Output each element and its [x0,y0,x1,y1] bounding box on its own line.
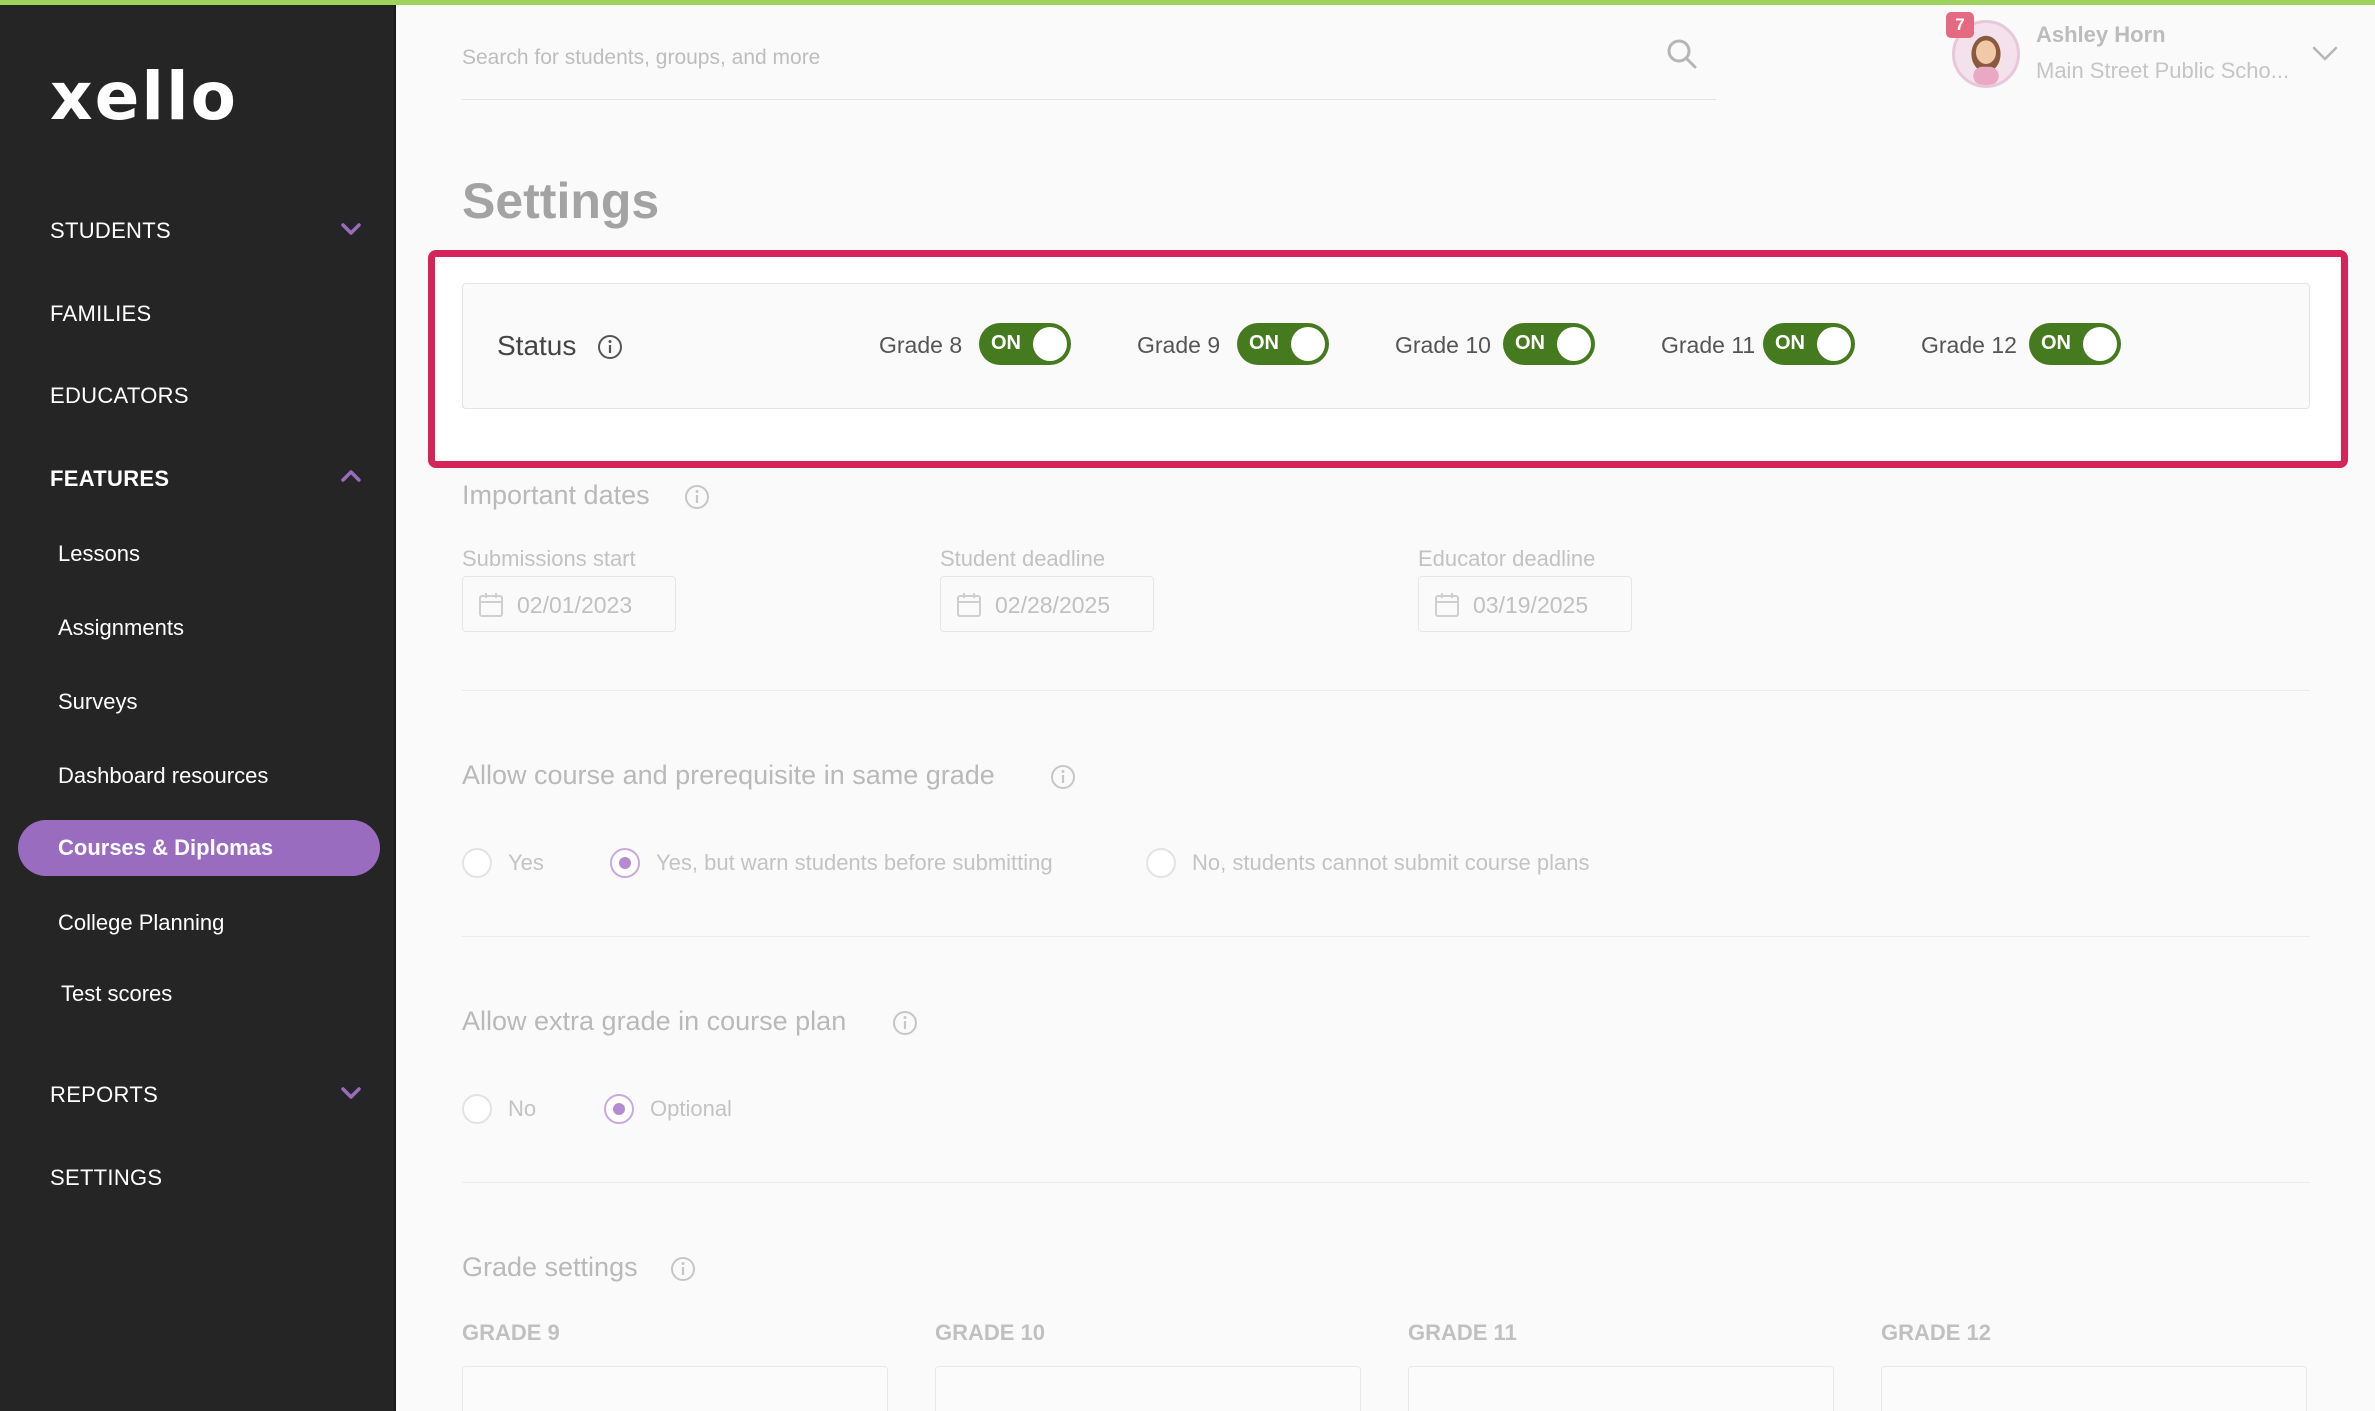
info-icon[interactable] [684,484,710,510]
top-accent-line [0,0,2375,5]
toggle-knob [1557,327,1591,361]
toggle-state: ON [2041,332,2071,354]
info-icon[interactable] [597,334,623,360]
same-grade-warn-label[interactable]: Yes, but warn students before submitting [656,850,1053,876]
toggle-knob [1817,327,1851,361]
status-card: Status Grade 8 ON Grade 9 ON Grade 10 ON… [462,283,2310,409]
search-input[interactable] [462,38,1612,78]
grade-10-toggle[interactable]: ON [1503,323,1595,365]
date-value: 03/19/2025 [1473,592,1589,618]
grade-12-column-header: GRADE 12 [1881,1320,1992,1345]
sidebar-item-label: Courses & Diplomas [58,835,274,860]
grade-9-settings-box[interactable] [462,1366,888,1411]
sidebar-item-college-planning[interactable]: College Planning [58,910,224,936]
student-deadline-label: Student deadline [940,546,1106,571]
grade-11-settings-box[interactable] [1408,1366,1834,1411]
calendar-icon [479,593,503,617]
grade-12-label: Grade 12 [1921,332,2017,358]
info-icon[interactable] [1050,764,1076,790]
educator-deadline-field[interactable]: 03/19/2025 [1418,576,1632,632]
calendar-icon [957,593,981,617]
toggle-knob [1033,327,1067,361]
same-grade-warn-radio[interactable] [610,848,640,878]
chevron-down-icon[interactable] [338,216,364,242]
extra-grade-optional-radio[interactable] [604,1094,634,1124]
grade-11-label: Grade 11 [1661,332,1756,358]
grade-8-label: Grade 8 [879,332,963,358]
student-deadline-field[interactable]: 02/28/2025 [940,576,1154,632]
nav-settings[interactable]: SETTINGS [50,1165,162,1191]
sidebar-item-surveys[interactable]: Surveys [58,689,137,715]
extra-grade-no-radio[interactable] [462,1094,492,1124]
chevron-up-icon[interactable] [338,463,364,489]
same-grade-title: Allow course and prerequisite in same gr… [462,760,995,790]
sidebar-item-dashboard-resources[interactable]: Dashboard resources [58,763,268,789]
toggle-state: ON [991,332,1021,354]
grade-12-settings-box[interactable] [1881,1366,2307,1411]
nav-families[interactable]: FAMILIES [50,301,151,327]
nav-reports[interactable]: REPORTS [50,1082,158,1108]
important-dates-title: Important dates [462,480,650,510]
search-bar [462,20,1716,100]
status-label: Status [497,330,577,361]
notification-badge[interactable]: 7 [1946,12,1974,38]
grade-9-column-header: GRADE 9 [462,1320,560,1345]
sidebar-item-assignments[interactable]: Assignments [58,615,184,641]
chevron-down-icon[interactable] [2310,38,2340,68]
grade-9-toggle[interactable]: ON [1237,323,1329,365]
grade-10-settings-box[interactable] [935,1366,1361,1411]
extra-grade-no-label[interactable]: No [508,1096,536,1122]
sidebar-item-test-scores[interactable]: Test scores [61,981,172,1007]
info-icon[interactable] [892,1010,918,1036]
logo-text: xello [50,58,238,135]
user-profile-menu[interactable]: 7 Ashley Horn Main Street Public Scho... [1946,12,2346,96]
chevron-down-icon[interactable] [338,1080,364,1106]
date-value: 02/28/2025 [995,592,1111,618]
extra-grade-optional-label[interactable]: Optional [650,1096,732,1122]
same-grade-yes-label[interactable]: Yes [508,850,544,876]
toggle-state: ON [1249,332,1279,354]
grade-10-label: Grade 10 [1395,332,1491,358]
info-icon[interactable] [670,1256,696,1282]
page-title: Settings [462,173,660,229]
submissions-start-field[interactable]: 02/01/2023 [462,576,676,632]
educator-deadline-label: Educator deadline [1418,546,1596,571]
toggle-knob [1291,327,1325,361]
sidebar-item-lessons[interactable]: Lessons [58,541,140,567]
grade-settings-title: Grade settings [462,1252,638,1282]
toggle-state: ON [1515,332,1545,354]
date-value: 02/01/2023 [517,592,633,618]
extra-grade-title: Allow extra grade in course plan [462,1006,847,1036]
user-school: Main Street Public Scho... [2036,58,2290,83]
nav-students[interactable]: STUDENTS [50,218,171,244]
same-grade-yes-radio[interactable] [462,848,492,878]
divider [462,690,2310,691]
user-name: Ashley Horn [2036,22,2166,47]
same-grade-no-label[interactable]: No, students cannot submit course plans [1192,850,1589,876]
divider [462,936,2310,937]
sidebar: xello STUDENTS FAMILIES EDUCATORS FEATUR… [0,0,396,1411]
same-grade-no-radio[interactable] [1146,848,1176,878]
grade-10-column-header: GRADE 10 [935,1320,1046,1345]
nav-features[interactable]: FEATURES [50,466,169,492]
nav-educators[interactable]: EDUCATORS [50,383,189,409]
grade-9-label: Grade 9 [1137,332,1221,358]
sidebar-item-courses-diplomas[interactable]: Courses & Diplomas [18,820,380,876]
calendar-icon [1435,593,1459,617]
toggle-state: ON [1775,332,1805,354]
toggle-knob [2083,327,2117,361]
grade-8-toggle[interactable]: ON [979,323,1071,365]
grade-11-column-header: GRADE 11 [1408,1320,1517,1345]
divider [462,1182,2310,1183]
xello-logo[interactable]: xello [50,58,238,135]
submissions-start-label: Submissions start [462,546,636,571]
grade-11-toggle[interactable]: ON [1763,323,1855,365]
grade-12-toggle[interactable]: ON [2029,323,2121,365]
search-icon[interactable] [1664,36,1700,72]
